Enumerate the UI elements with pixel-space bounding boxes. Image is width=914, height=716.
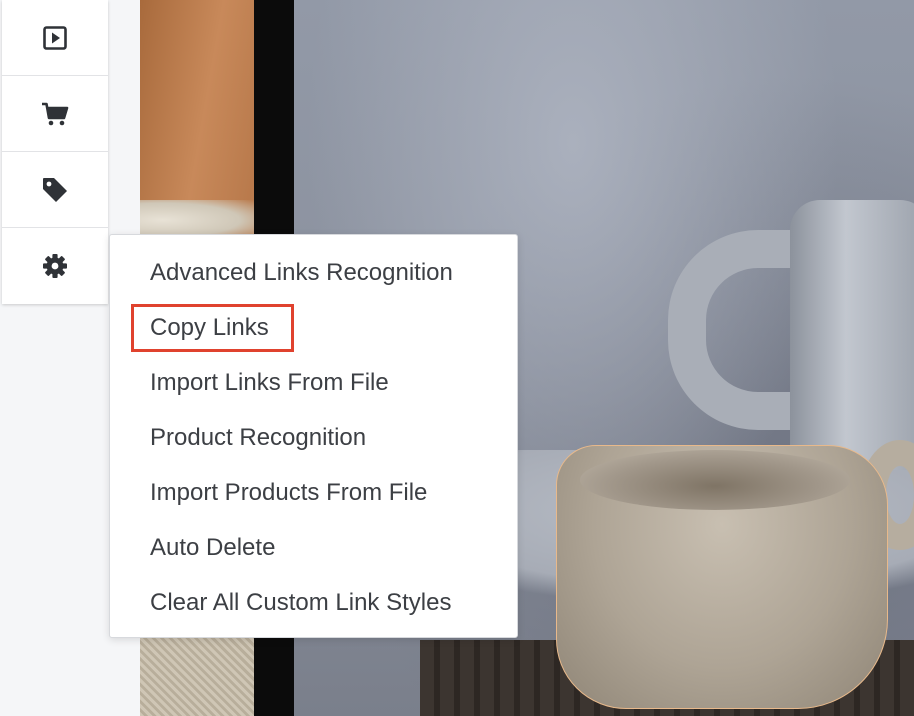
image-back-mug bbox=[790, 200, 914, 470]
tool-sidebar bbox=[2, 0, 108, 304]
settings-button[interactable] bbox=[2, 228, 108, 303]
settings-dropdown-menu: Advanced Links Recognition Copy Links Im… bbox=[109, 234, 518, 638]
tag-icon bbox=[41, 176, 69, 204]
image-burlap bbox=[140, 636, 254, 716]
menu-item-product-recognition[interactable]: Product Recognition bbox=[150, 418, 366, 458]
menu-item-clear-all-custom-link-styles[interactable]: Clear All Custom Link Styles bbox=[150, 583, 451, 623]
image-front-mug-rim bbox=[580, 450, 850, 510]
play-icon bbox=[42, 25, 68, 51]
menu-item-import-products-from-file[interactable]: Import Products From File bbox=[150, 473, 427, 513]
menu-item-advanced-links-recognition[interactable]: Advanced Links Recognition bbox=[150, 253, 453, 293]
media-button[interactable] bbox=[2, 0, 108, 76]
gear-icon bbox=[42, 253, 68, 279]
tag-button[interactable] bbox=[2, 152, 108, 228]
cart-icon bbox=[41, 101, 69, 127]
menu-item-auto-delete[interactable]: Auto Delete bbox=[150, 528, 275, 568]
cart-button[interactable] bbox=[2, 76, 108, 152]
menu-item-import-links-from-file[interactable]: Import Links From File bbox=[150, 363, 389, 403]
menu-item-copy-links[interactable]: Copy Links bbox=[150, 308, 269, 348]
